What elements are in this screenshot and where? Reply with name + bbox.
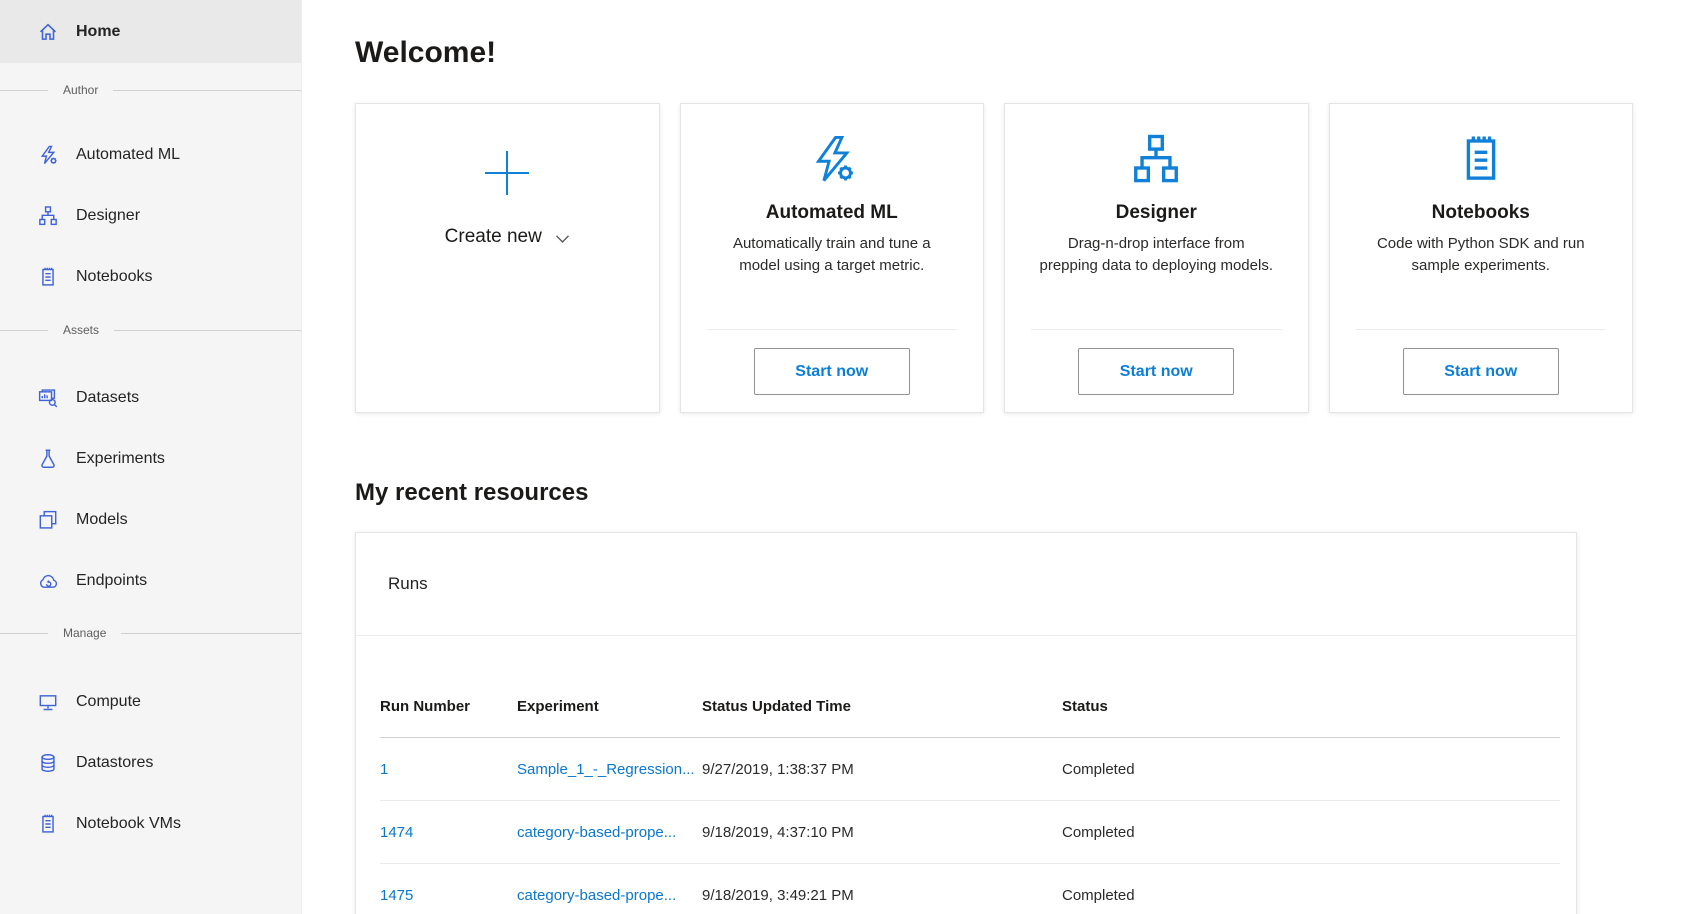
status-updated-time-cell: 9/18/2019, 3:49:21 PM — [702, 887, 1062, 904]
sidebar-item-label: Notebooks — [76, 268, 153, 286]
card-title: Automated ML — [766, 202, 898, 224]
run-number-link[interactable]: 1474 — [380, 824, 413, 841]
status-cell: Completed — [1062, 824, 1560, 841]
card-description: Code with Python SDK and run sample expe… — [1363, 233, 1599, 277]
quick-start-cards: Create new Automated ML Automatically tr… — [355, 103, 1633, 413]
create-new-label: Create new — [445, 226, 542, 248]
compute-icon — [37, 691, 59, 713]
sidebar-item-label: Models — [76, 511, 128, 529]
experiment-link[interactable]: Sample_1_-_Regression... — [517, 761, 695, 778]
plus-icon — [480, 146, 534, 200]
recent-resources-title: My recent resources — [355, 477, 1633, 509]
feature-card-automated-ml: Automated ML Automatically train and tun… — [680, 103, 985, 413]
section-label: Assets — [48, 323, 114, 337]
create-new-card[interactable]: Create new — [355, 103, 660, 413]
notebooks-icon — [1454, 130, 1508, 188]
sidebar-item-label: Endpoints — [76, 572, 147, 590]
sidebar-item-compute[interactable]: Compute — [0, 671, 301, 732]
start-now-button[interactable]: Start now — [1078, 348, 1234, 395]
sidebar-item-label: Compute — [76, 693, 141, 711]
sidebar-item-label: Home — [76, 23, 120, 41]
start-now-button[interactable]: Start now — [754, 348, 910, 395]
feature-card-notebooks: Notebooks Code with Python SDK and run s… — [1329, 103, 1634, 413]
sidebar-item-endpoints[interactable]: Endpoints — [0, 550, 301, 611]
run-number-link[interactable]: 1 — [380, 761, 388, 778]
table-row: 1474 category-based-prope... 9/18/2019, … — [380, 801, 1560, 864]
runs-tab-label: Runs — [388, 574, 428, 594]
card-divider — [1356, 329, 1607, 330]
feature-card-designer: Designer Drag-n-drop interface from prep… — [1004, 103, 1309, 413]
table-header-row: Run Number Experiment Status Updated Tim… — [380, 676, 1560, 738]
designer-icon — [1129, 130, 1183, 188]
main-content: Welcome! Create new — [302, 0, 1686, 914]
sidebar-item-models[interactable]: Models — [0, 489, 301, 550]
welcome-title: Welcome! — [355, 32, 1633, 74]
header-run-number: Run Number — [380, 698, 517, 715]
experiment-link[interactable]: category-based-prope... — [517, 824, 676, 841]
header-status: Status — [1062, 698, 1560, 715]
sidebar-item-notebook-vms[interactable]: Notebook VMs — [0, 793, 301, 854]
status-cell: Completed — [1062, 761, 1560, 778]
card-description: Drag-n-drop interface from prepping data… — [1038, 233, 1274, 277]
card-title: Notebooks — [1432, 202, 1530, 224]
sidebar-item-home[interactable]: Home — [0, 0, 301, 63]
header-experiment: Experiment — [517, 698, 702, 715]
section-label: Author — [48, 83, 113, 97]
automated-ml-icon — [37, 144, 59, 166]
table-row: 1 Sample_1_-_Regression... 9/27/2019, 1:… — [380, 738, 1560, 801]
start-now-button[interactable]: Start now — [1403, 348, 1559, 395]
experiments-icon — [37, 448, 59, 470]
sidebar-item-label: Designer — [76, 207, 140, 225]
sidebar-item-automated-ml[interactable]: Automated ML — [0, 124, 301, 185]
notebooks-icon — [37, 266, 59, 288]
header-status-updated-time: Status Updated Time — [702, 698, 1062, 715]
sidebar-item-notebooks[interactable]: Notebooks — [0, 246, 301, 307]
status-cell: Completed — [1062, 887, 1560, 904]
runs-panel: Runs Run Number Experiment Status Update… — [355, 532, 1577, 914]
run-number-link[interactable]: 1475 — [380, 887, 413, 904]
sidebar-item-label: Experiments — [76, 450, 165, 468]
sidebar-item-label: Automated ML — [76, 146, 180, 164]
sidebar-item-datastores[interactable]: Datastores — [0, 732, 301, 793]
sidebar-item-datasets[interactable]: Datasets — [0, 367, 301, 428]
sidebar-item-experiments[interactable]: Experiments — [0, 428, 301, 489]
section-divider-author: Author — [0, 78, 301, 102]
sidebar: Home Author Automated ML Designer — [0, 0, 302, 914]
section-divider-manage: Manage — [0, 621, 301, 645]
sidebar-item-designer[interactable]: Designer — [0, 185, 301, 246]
designer-icon — [37, 205, 59, 227]
sidebar-item-label: Datasets — [76, 389, 139, 407]
section-label: Manage — [48, 626, 121, 640]
card-divider — [707, 329, 958, 330]
status-updated-time-cell: 9/18/2019, 4:37:10 PM — [702, 824, 1062, 841]
chevron-down-icon[interactable] — [555, 234, 570, 244]
sidebar-item-label: Datastores — [76, 754, 153, 772]
section-divider-assets: Assets — [0, 318, 301, 342]
datastores-icon — [37, 752, 59, 774]
datasets-icon — [37, 387, 59, 409]
experiment-link[interactable]: category-based-prope... — [517, 887, 676, 904]
automated-ml-icon — [805, 130, 859, 188]
notebook-vms-icon — [37, 813, 59, 835]
endpoints-icon — [37, 570, 59, 592]
home-icon — [37, 21, 59, 43]
sidebar-item-label: Notebook VMs — [76, 815, 181, 833]
runs-tab: Runs — [356, 533, 1576, 636]
card-description: Automatically train and tune a model usi… — [714, 233, 950, 277]
status-updated-time-cell: 9/27/2019, 1:38:37 PM — [702, 761, 1062, 778]
table-row: 1475 category-based-prope... 9/18/2019, … — [380, 864, 1560, 914]
card-title: Designer — [1116, 202, 1197, 224]
models-icon — [37, 509, 59, 531]
runs-table: Run Number Experiment Status Updated Tim… — [356, 676, 1576, 914]
card-divider — [1031, 329, 1282, 330]
